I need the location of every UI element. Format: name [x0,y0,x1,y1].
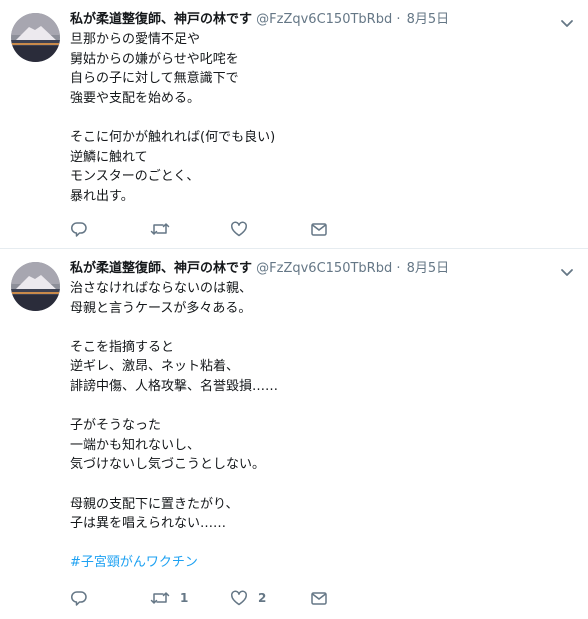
retweet-button[interactable]: 1 [150,588,230,608]
tweet-actions [70,219,390,239]
tweet-text-line: 逆鱗に触れて [70,149,148,165]
avatar[interactable] [11,262,60,311]
tweet-text-line [70,108,576,128]
avatar[interactable] [11,13,60,62]
hashtag-line: #子宮頸がんワクチン [70,553,576,573]
tweet-text-line: 母親と言うケースが多々ある。 [70,300,252,316]
tweet-text-line: 暴れ出す。 [70,188,134,204]
like-count: 2 [258,591,267,605]
tweet-actions: 1 2 [70,588,390,608]
display-name[interactable]: 私が柔道整復師、神戸の林です [70,12,252,27]
reply-icon [70,589,88,607]
tweet-text-line [70,397,576,417]
tweet-text-line: 子がそうなった [70,418,162,434]
direct-message-button[interactable] [310,588,390,608]
tweet-text-line [70,318,576,338]
chevron-down-icon[interactable] [560,263,574,276]
tweet-text-line: 自らの子に対して無意識下で [70,71,239,87]
timestamp[interactable]: 8月5日 [407,12,450,27]
display-name[interactable]: 私が柔道整復師、神戸の林です [70,261,252,276]
tweet-text-line: 治さなければならないのは親、 [70,281,253,296]
tweet-text-line: 一端かも知れないし、 [70,437,201,453]
like-button[interactable]: 2 [230,588,310,608]
direct-message-button[interactable] [310,219,390,239]
tweet[interactable]: 私が柔道整復師、神戸の林です @FzZqv6C150TbRbd · 8月5日 治… [0,249,588,619]
envelope-icon [310,220,328,238]
tweet-text-line: 子は異を唱えられない…… [70,516,227,532]
retweet-icon [150,220,170,238]
user-handle[interactable]: @FzZqv6C150TbRbd [256,12,392,27]
envelope-icon [310,589,328,607]
chevron-down-icon[interactable] [560,14,574,27]
tweet-header: 私が柔道整復師、神戸の林です @FzZqv6C150TbRbd · 8月5日 [70,10,576,30]
tweet-text-line: そこを指摘すると [70,339,175,355]
retweet-count: 1 [180,591,189,605]
tweet[interactable]: 私が柔道整復師、神戸の林です @FzZqv6C150TbRbd · 8月5日 旦… [0,0,588,249]
heart-icon [230,220,248,238]
tweet-header: 私が柔道整復師、神戸の林です @FzZqv6C150TbRbd · 8月5日 [70,259,576,279]
tweet-text-line: 逆ギレ、激昂、ネット粘着、 [70,359,240,375]
tweet-text-line: 誹謗中傷、人格攻撃、名誉毀損…… [70,378,279,394]
separator: · [396,12,401,27]
tweet-text-line: 気づけないし気づこうとしない。 [70,457,266,473]
tweet-text-line [70,475,576,495]
hashtag-link[interactable]: #子宮頸がんワクチン [70,555,198,570]
tweet-text-line: 母親の支配下に置きたがり、 [70,496,239,512]
reply-button[interactable] [70,219,150,239]
tweet-text-line: 旦那からの愛情不足や [70,32,201,47]
user-handle[interactable]: @FzZqv6C150TbRbd [256,261,392,276]
retweet-icon [150,589,170,607]
tweet-text: 治さなければならないのは親、 母親と言うケースが多々ある。 そこを指摘すると 逆… [70,279,576,573]
tweet-text: 旦那からの愛情不足や 舅姑からの嫌がらせや叱咤を 自らの子に対して無意識下で 強… [70,30,576,206]
tweet-text-line: 強要や支配を始める。 [70,90,201,106]
tweet-text-line: 舅姑からの嫌がらせや叱咤を [70,51,239,67]
like-button[interactable] [230,219,310,239]
tweet-text-line: モンスターのごとく、 [70,169,200,185]
separator: · [396,261,401,276]
tweet-text-line: そこに何かが触れれば(何でも良い) [70,129,276,145]
heart-icon [230,589,248,607]
timestamp[interactable]: 8月5日 [407,261,450,276]
reply-icon [70,220,88,238]
retweet-button[interactable] [150,219,230,239]
reply-button[interactable] [70,588,150,608]
tweet-text-line [70,534,576,554]
